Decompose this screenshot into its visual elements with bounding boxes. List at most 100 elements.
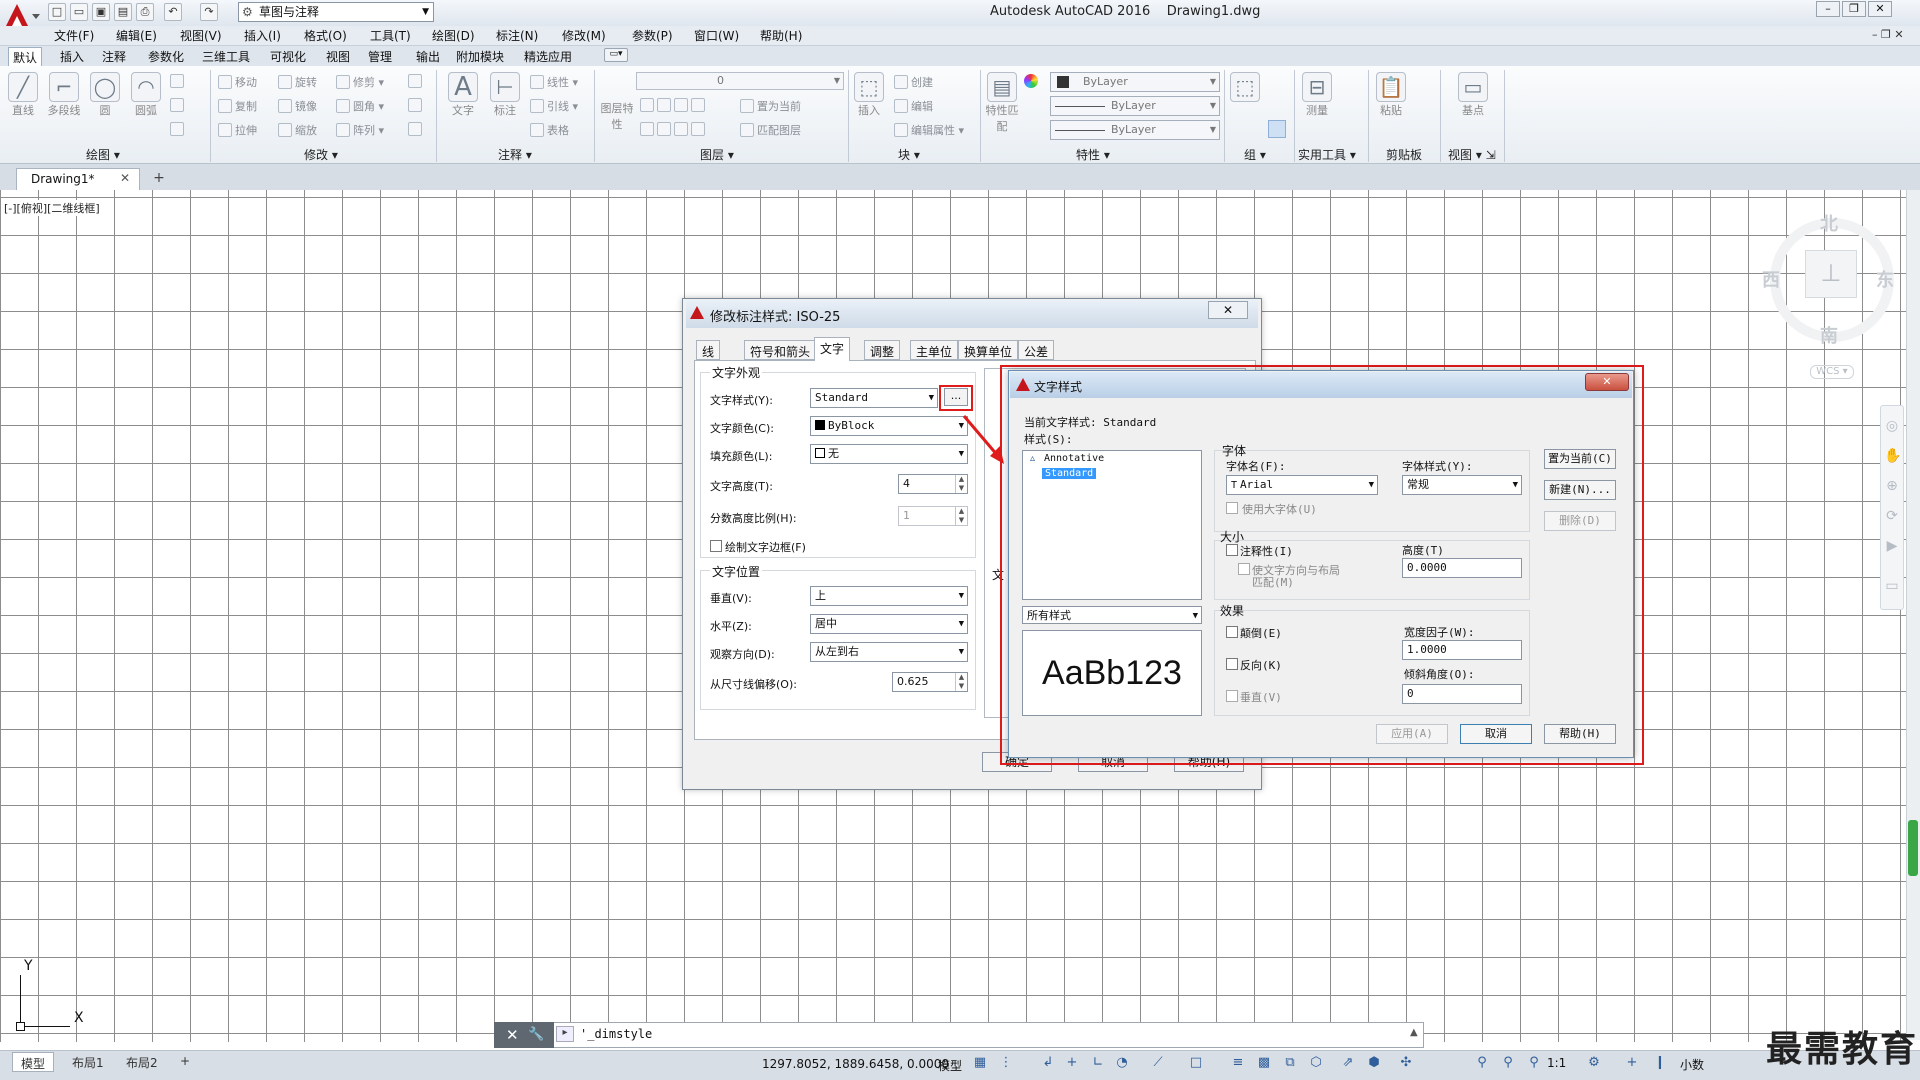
menu-item[interactable]: 修改(M) <box>562 27 606 44</box>
make-current-tool[interactable]: 置为当前 <box>740 98 801 114</box>
linear-dim-tool[interactable]: 线性 ▾ <box>530 74 578 90</box>
layout-tab-2[interactable]: 布局2 <box>118 1052 166 1072</box>
panel-title-layers[interactable]: 图层 ▾ <box>700 146 734 163</box>
style-item-standard[interactable]: Standard <box>1042 468 1097 479</box>
steering-wheel-icon[interactable]: ◎ <box>1884 418 1900 434</box>
ribbon-tab[interactable]: 注释 <box>98 47 130 66</box>
viewcube-east[interactable]: 东 <box>1876 266 1894 292</box>
ribbon-tab[interactable]: 管理 <box>364 47 396 66</box>
tab-lines[interactable]: 线 <box>696 340 721 360</box>
line-tool[interactable]: ╱ 直线 <box>6 72 40 118</box>
lineweight-icon[interactable]: ≡ <box>1230 1055 1246 1071</box>
layout-tab-model[interactable]: 模型 <box>12 1052 55 1072</box>
maximize-button[interactable]: ❐ <box>1842 1 1866 17</box>
color-select[interactable]: ByLayer ▼ <box>1050 72 1220 92</box>
close-tab-icon[interactable]: ✕ <box>120 171 130 185</box>
ribbon-tab[interactable]: 视图 <box>322 47 354 66</box>
units-icon[interactable]: ❙ <box>1652 1055 1668 1071</box>
textstyle-help-button[interactable]: 帮助(H) <box>1544 724 1616 744</box>
array-tool[interactable]: 阵列 ▾ <box>336 122 384 138</box>
text-color-select[interactable]: ByBlock ▼ <box>810 416 968 436</box>
model-space-button[interactable]: 模型 <box>938 1057 962 1074</box>
annotation-scale-select[interactable]: 1:1 <box>1547 1056 1566 1070</box>
menu-item[interactable]: 格式(O) <box>304 27 347 44</box>
polar-icon[interactable]: ◔ <box>1114 1055 1130 1071</box>
lineweight-select[interactable]: ByLayer ▼ <box>1050 120 1220 140</box>
font-name-select[interactable]: T Arial ▼ <box>1226 475 1378 495</box>
save-as-icon[interactable]: ▤ <box>114 3 132 21</box>
add-layout-button[interactable]: + <box>172 1052 198 1072</box>
draw-frame-checkbox[interactable] <box>710 540 722 552</box>
height-input[interactable]: 0.0000 <box>1402 558 1522 578</box>
upside-down-checkbox[interactable] <box>1226 626 1238 638</box>
command-prompt-icon[interactable]: ▸ <box>556 1026 574 1042</box>
base-point-tool[interactable]: ▭ 基点 <box>1456 72 1490 118</box>
polyline-tool[interactable]: ⌐ 多段线 <box>44 72 84 118</box>
snap-icon[interactable]: ⋮ <box>998 1055 1014 1071</box>
panel-title-block[interactable]: 块 ▾ <box>898 146 920 163</box>
oblique-angle-input[interactable]: 0 <box>1402 684 1522 704</box>
gradient-tool[interactable] <box>170 122 187 136</box>
match-layer-tool[interactable]: 匹配图层 <box>740 122 801 138</box>
viewcube-south[interactable]: 南 <box>1820 322 1838 348</box>
menu-item[interactable]: 插入(I) <box>244 27 281 44</box>
doc-window-controls[interactable]: – ❐ ✕ <box>1872 28 1904 41</box>
grid-icon[interactable]: ▦ <box>972 1055 988 1071</box>
menu-item[interactable]: 视图(V) <box>180 27 222 44</box>
style-item-annotative[interactable]: Annotative <box>1044 453 1104 464</box>
backwards-checkbox[interactable] <box>1226 658 1238 670</box>
viewcube-north[interactable]: 北 <box>1820 210 1838 236</box>
close-button[interactable]: ✕ <box>1868 1 1892 17</box>
menu-item[interactable]: 编辑(E) <box>116 27 157 44</box>
layout-tab-1[interactable]: 布局1 <box>64 1052 112 1072</box>
ribbon-tab[interactable]: 三维工具 <box>198 47 254 66</box>
insert-block-tool[interactable]: ⬚ 插入 <box>852 72 886 118</box>
paste-tool[interactable]: 📋 粘贴 <box>1374 72 1408 118</box>
layer-properties-tool[interactable]: 图层特性 <box>600 100 634 132</box>
explode-tool[interactable] <box>408 98 425 112</box>
open-file-icon[interactable]: ▭ <box>70 3 88 21</box>
trim-tool[interactable]: 修剪 ▾ <box>336 74 384 90</box>
move-tool[interactable]: 移动 <box>218 74 257 90</box>
dimstyle-close-button[interactable]: ✕ <box>1208 301 1248 319</box>
edit-attribute-tool[interactable]: 编辑属性 ▾ <box>894 122 964 138</box>
vertical-scrollbar[interactable] <box>1906 190 1920 1040</box>
menu-item[interactable]: 帮助(H) <box>760 27 802 44</box>
menu-item[interactable]: 文件(F) <box>54 27 94 44</box>
circle-tool[interactable]: ◯ 圆 <box>88 72 122 118</box>
command-history-icon[interactable]: ▲ <box>1410 1027 1418 1038</box>
close-icon[interactable]: ✕ <box>506 1026 519 1044</box>
annotation-scale-icon[interactable]: ⚲ <box>1526 1055 1542 1071</box>
units-select[interactable]: 小数 <box>1680 1056 1704 1073</box>
zoom-icon[interactable]: ⊕ <box>1884 478 1900 494</box>
panel-title-modify[interactable]: 修改 ▾ <box>304 146 338 163</box>
offset-input[interactable]: 0.625 ▲ ▼ <box>892 672 968 692</box>
dynamic-input-icon[interactable]: + <box>1064 1055 1080 1071</box>
match-properties-tool[interactable]: ▤ 特性匹配 <box>984 72 1020 134</box>
arc-tool[interactable]: ◠ 圆弧 <box>126 72 166 118</box>
textstyle-close-button[interactable]: ✕ <box>1585 373 1629 391</box>
annotative-checkbox[interactable] <box>1226 544 1238 556</box>
viewport-controls[interactable]: [-][俯视][二维线框] <box>4 200 100 216</box>
group-select-toggle[interactable] <box>1268 120 1286 138</box>
ribbon-tab[interactable]: 默认 <box>8 47 43 67</box>
wrench-icon[interactable]: 🔧 <box>528 1027 544 1042</box>
panel-title-annotation[interactable]: 注释 ▾ <box>498 146 532 163</box>
copy-tool[interactable]: 复制 <box>218 98 257 114</box>
hatch-tool[interactable] <box>170 98 187 112</box>
annotation-monitor-icon[interactable]: + <box>1624 1055 1640 1071</box>
text-height-input[interactable]: 4 ▲ ▼ <box>898 474 968 494</box>
auto-scale-icon[interactable]: ⚲ <box>1500 1055 1516 1071</box>
save-icon[interactable]: ▣ <box>92 3 110 21</box>
tab-symbols-arrows[interactable]: 符号和箭头 <box>744 340 817 360</box>
ribbon-tab[interactable]: 附加模块 <box>452 47 508 66</box>
fillet-tool[interactable]: 圆角 ▾ <box>336 98 384 114</box>
stretch-tool[interactable]: 拉伸 <box>218 122 257 138</box>
vertical-select[interactable]: 上 ▼ <box>810 586 968 606</box>
scale-tool[interactable]: 缩放 <box>278 122 317 138</box>
panel-title-properties[interactable]: 特性 ▾ <box>1076 146 1110 163</box>
new-file-icon[interactable]: □ <box>48 3 66 21</box>
menu-item[interactable]: 工具(T) <box>370 27 411 44</box>
menu-item[interactable]: 标注(N) <box>496 27 538 44</box>
table-tool[interactable]: 表格 <box>530 122 569 138</box>
